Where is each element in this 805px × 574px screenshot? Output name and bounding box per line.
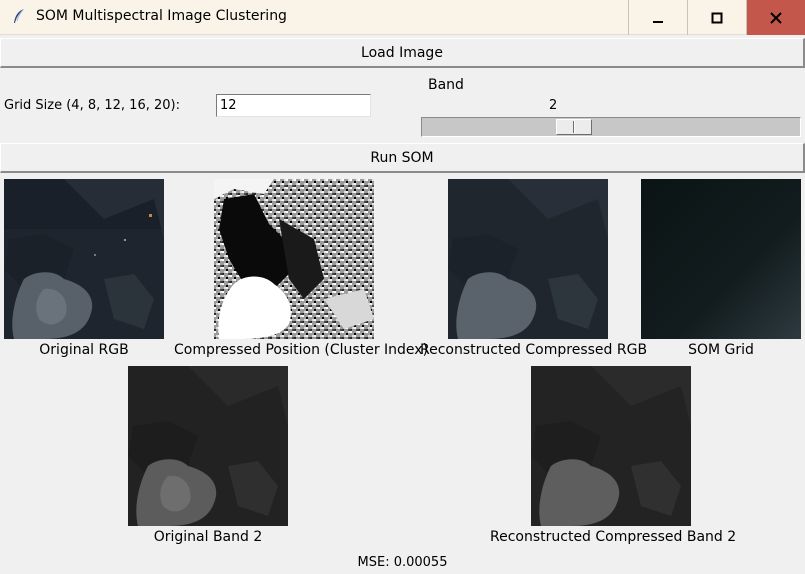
original-rgb-image <box>4 179 164 339</box>
caption-original-rgb: Original RGB <box>39 342 129 358</box>
caption-original-band: Original Band 2 <box>153 529 263 545</box>
feather-icon <box>10 8 28 26</box>
mse-readout: MSE: 0.00055 <box>357 555 448 570</box>
reconstructed-band-image <box>531 366 691 526</box>
title-bar: SOM Multispectral Image Clustering <box>0 0 805 35</box>
original-band-image <box>128 366 288 526</box>
window-title: SOM Multispectral Image Clustering <box>36 8 287 24</box>
minimize-button[interactable] <box>628 0 687 35</box>
close-button[interactable] <box>746 0 805 35</box>
caption-reconstructed-band: Reconstructed Compressed Band 2 <box>490 529 737 545</box>
reconstructed-rgb-image <box>448 179 608 339</box>
caption-cluster-index: Compressed Position (Cluster Index) <box>174 342 429 358</box>
run-som-button[interactable]: Run SOM <box>0 143 805 173</box>
band-label: Band <box>428 77 464 93</box>
band-slider[interactable] <box>421 117 801 137</box>
maximize-icon <box>711 12 723 23</box>
band-value: 2 <box>549 98 558 113</box>
caption-som-grid: SOM Grid <box>688 342 754 358</box>
minimize-icon <box>653 20 663 23</box>
load-image-button[interactable]: Load Image <box>0 38 805 68</box>
cluster-index-image <box>214 179 374 339</box>
maximize-button[interactable] <box>687 0 746 35</box>
grid-size-label: Grid Size (4, 8, 12, 16, 20): <box>4 98 180 113</box>
grid-size-input[interactable] <box>216 94 371 117</box>
run-som-label: Run SOM <box>370 149 434 166</box>
som-grid-image <box>641 179 801 339</box>
band-slider-thumb[interactable] <box>556 119 592 135</box>
load-image-label: Load Image <box>361 44 443 61</box>
close-icon <box>770 11 782 24</box>
caption-reconstructed-rgb: Reconstructed Compressed RGB <box>420 342 648 358</box>
